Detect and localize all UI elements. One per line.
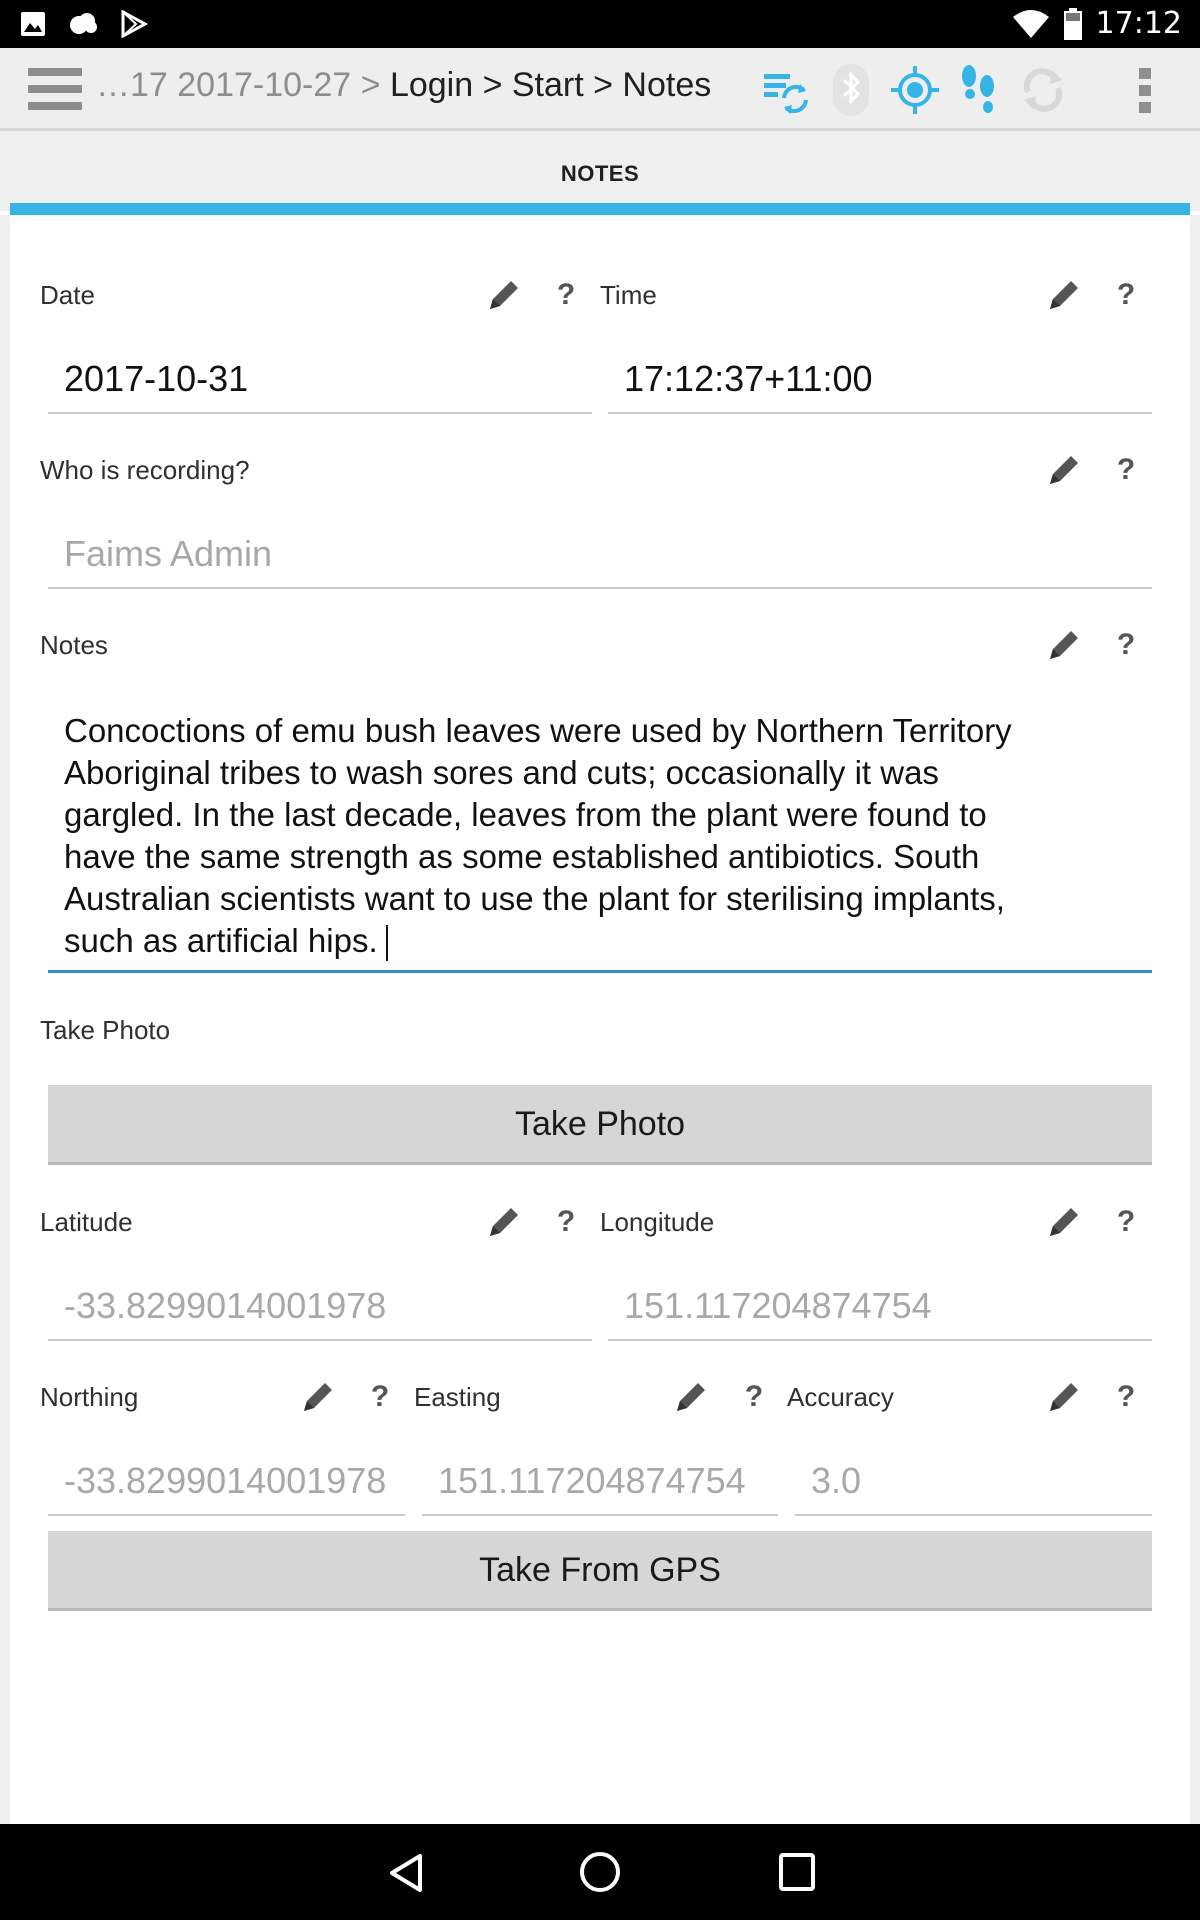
sync-icon[interactable] bbox=[760, 62, 814, 118]
status-bar: 17:12 bbox=[0, 0, 1200, 48]
help-icon[interactable]: ? bbox=[736, 1379, 772, 1415]
pencil-icon[interactable] bbox=[673, 1379, 709, 1415]
help-icon[interactable]: ? bbox=[1108, 1379, 1144, 1415]
date-label: Date bbox=[40, 280, 95, 310]
refresh-icon[interactable] bbox=[1016, 62, 1070, 118]
time-label: Time bbox=[600, 280, 657, 310]
cloud-icon bbox=[70, 13, 97, 34]
wifi-icon bbox=[1012, 9, 1049, 38]
time-field[interactable]: 17:12:37+11:00 bbox=[608, 358, 1152, 414]
accuracy-label: Accuracy bbox=[787, 1382, 894, 1412]
help-icon[interactable]: ? bbox=[362, 1379, 398, 1415]
overflow-menu-icon[interactable] bbox=[1118, 62, 1172, 118]
take-photo-label: Take Photo bbox=[40, 1015, 171, 1045]
recorder-field[interactable]: Faims Admin bbox=[48, 533, 1152, 589]
pencil-icon[interactable] bbox=[1046, 1204, 1082, 1240]
notes-line: Aboriginal tribes to wash sores and cuts… bbox=[64, 754, 939, 791]
tab-indicator bbox=[10, 203, 1190, 215]
action-bar: …17 2017-10-27 > Login > Start > Notes bbox=[0, 48, 1200, 131]
latitude-field[interactable]: -33.8299014001978 bbox=[48, 1285, 592, 1341]
hamburger-menu-icon[interactable] bbox=[28, 68, 82, 110]
image-icon bbox=[21, 12, 45, 36]
tab-notes[interactable]: NOTES bbox=[0, 161, 1200, 187]
pencil-icon[interactable] bbox=[300, 1379, 336, 1415]
breadcrumb-path[interactable]: Login > Start > Notes bbox=[390, 66, 711, 104]
longitude-label: Longitude bbox=[600, 1207, 715, 1237]
notes-line: gargled. In the last decade, leaves from… bbox=[64, 796, 987, 833]
pencil-icon[interactable] bbox=[486, 277, 522, 313]
play-store-icon bbox=[121, 10, 148, 38]
pencil-icon[interactable] bbox=[486, 1204, 522, 1240]
help-icon[interactable]: ? bbox=[1108, 1204, 1144, 1240]
help-icon[interactable]: ? bbox=[548, 1204, 584, 1240]
footsteps-icon[interactable] bbox=[952, 62, 1006, 118]
accuracy-field[interactable]: 3.0 bbox=[795, 1460, 1152, 1516]
notes-line: such as artificial hips. bbox=[64, 922, 378, 959]
recent-apps-icon[interactable] bbox=[778, 1852, 816, 1892]
help-icon[interactable]: ? bbox=[1108, 277, 1144, 313]
date-field[interactable]: 2017-10-31 bbox=[48, 358, 592, 414]
content-border-left bbox=[0, 215, 10, 1825]
easting-field[interactable]: 151.117204874754 bbox=[422, 1460, 778, 1516]
breadcrumb-prefix[interactable]: …17 2017-10-27 > bbox=[96, 66, 390, 104]
bluetooth-icon[interactable] bbox=[824, 62, 878, 118]
battery-icon bbox=[1063, 7, 1082, 40]
pencil-icon[interactable] bbox=[1046, 627, 1082, 663]
pencil-icon[interactable] bbox=[1046, 452, 1082, 488]
take-from-gps-button[interactable]: Take From GPS bbox=[48, 1531, 1152, 1611]
latitude-label: Latitude bbox=[40, 1207, 133, 1237]
notes-label: Notes bbox=[40, 630, 108, 660]
northing-field[interactable]: -33.8299014001978 bbox=[48, 1460, 405, 1516]
northing-label: Northing bbox=[40, 1382, 139, 1412]
pencil-icon[interactable] bbox=[1046, 1379, 1082, 1415]
text-cursor bbox=[385, 925, 388, 962]
help-icon[interactable]: ? bbox=[548, 277, 584, 313]
breadcrumb[interactable]: …17 2017-10-27 > Login > Start > Notes bbox=[96, 66, 711, 105]
help-icon[interactable]: ? bbox=[1108, 627, 1144, 663]
home-icon[interactable] bbox=[578, 1850, 622, 1894]
take-photo-button[interactable]: Take Photo bbox=[48, 1085, 1152, 1165]
notes-textarea[interactable]: Concoctions of emu bush leaves were used… bbox=[48, 710, 1152, 973]
notes-line: have the same strength as some establish… bbox=[64, 838, 980, 875]
easting-label: Easting bbox=[414, 1382, 501, 1412]
navigation-bar bbox=[0, 1824, 1200, 1920]
tab-bar: NOTES bbox=[0, 131, 1200, 211]
pencil-icon[interactable] bbox=[1046, 277, 1082, 313]
help-icon[interactable]: ? bbox=[1108, 452, 1144, 488]
gps-target-icon[interactable] bbox=[888, 62, 942, 118]
longitude-field[interactable]: 151.117204874754 bbox=[608, 1285, 1152, 1341]
status-time: 17:12 bbox=[1095, 6, 1182, 41]
recorder-label: Who is recording? bbox=[40, 455, 250, 485]
notes-line: Australian scientists want to use the pl… bbox=[64, 880, 1005, 917]
back-icon[interactable] bbox=[386, 1852, 426, 1894]
notes-line: Concoctions of emu bush leaves were used… bbox=[64, 712, 1012, 749]
content-border-right bbox=[1190, 215, 1200, 1825]
